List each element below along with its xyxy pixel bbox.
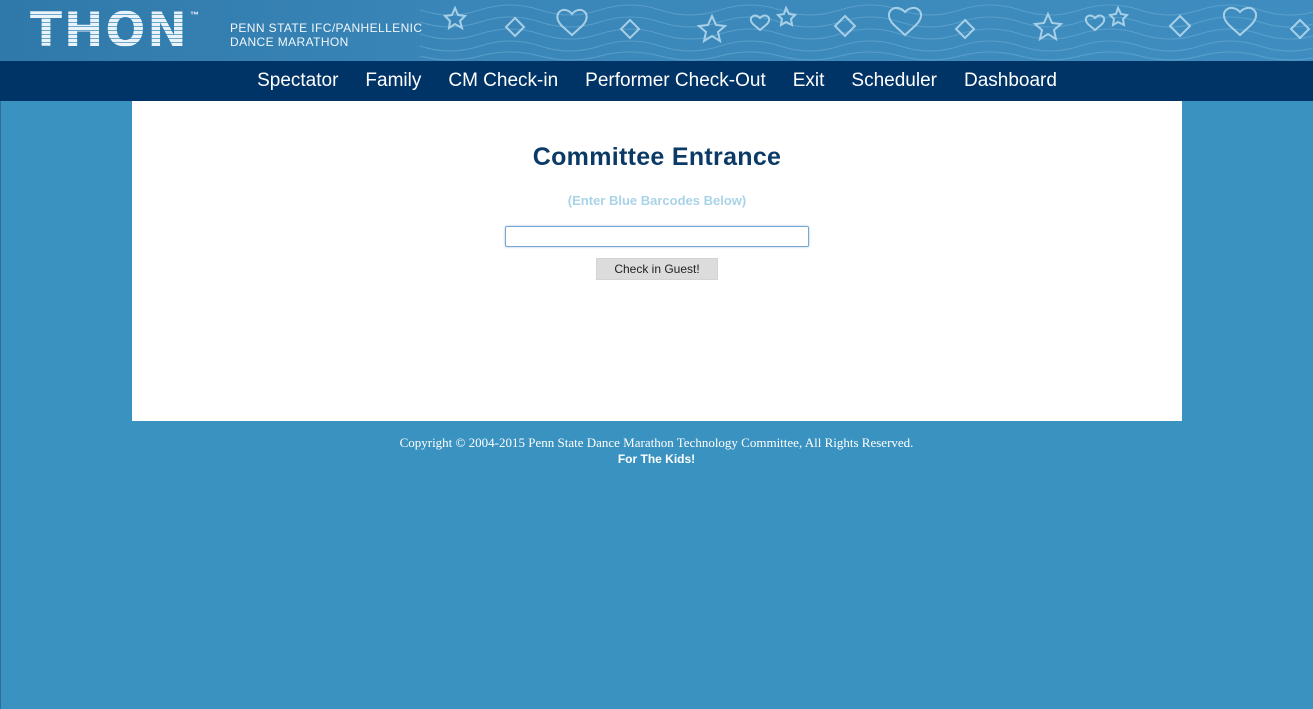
barcode-input[interactable]: [505, 226, 809, 247]
org-name-line-1: PENN STATE IFC/PANHELLENIC: [230, 21, 423, 35]
thon-logo[interactable]: THON: [30, 4, 189, 58]
page-subtitle: (Enter Blue Barcodes Below): [567, 193, 747, 208]
page-edge: [0, 0, 1, 709]
check-in-guest-button[interactable]: Check in Guest!: [596, 258, 718, 280]
footer-tagline: For The Kids!: [617, 452, 696, 466]
copyright-text: Copyright © 2004-2015 Penn State Dance M…: [399, 435, 914, 450]
organization-name: PENN STATE IFC/PANHELLENIC DANCE MARATHO…: [230, 21, 422, 49]
nav-spectator[interactable]: Spectator: [257, 70, 338, 92]
nav-dashboard[interactable]: Dashboard: [964, 70, 1057, 92]
nav-list: Spectator Family CM Check-in Performer C…: [257, 70, 1057, 92]
header-banner: THON ™ PENN STATE IFC/PANHELLENIC DANCE …: [0, 0, 1313, 61]
footer: Copyright © 2004-2015 Penn State Dance M…: [0, 435, 1313, 467]
page-title: Committee Entrance: [532, 143, 782, 171]
nav-family[interactable]: Family: [365, 70, 421, 92]
org-name-line-2: DANCE MARATHON: [230, 35, 349, 49]
main-nav: Spectator Family CM Check-in Performer C…: [0, 61, 1313, 101]
nav-cm-check-in[interactable]: CM Check-in: [448, 70, 558, 92]
nav-exit[interactable]: Exit: [793, 70, 825, 92]
nav-scheduler[interactable]: Scheduler: [851, 70, 937, 92]
content-card: Committee Entrance (Enter Blue Barcodes …: [132, 101, 1182, 421]
trademark-symbol: ™: [190, 10, 199, 20]
nav-performer-check-out[interactable]: Performer Check-Out: [585, 70, 766, 92]
